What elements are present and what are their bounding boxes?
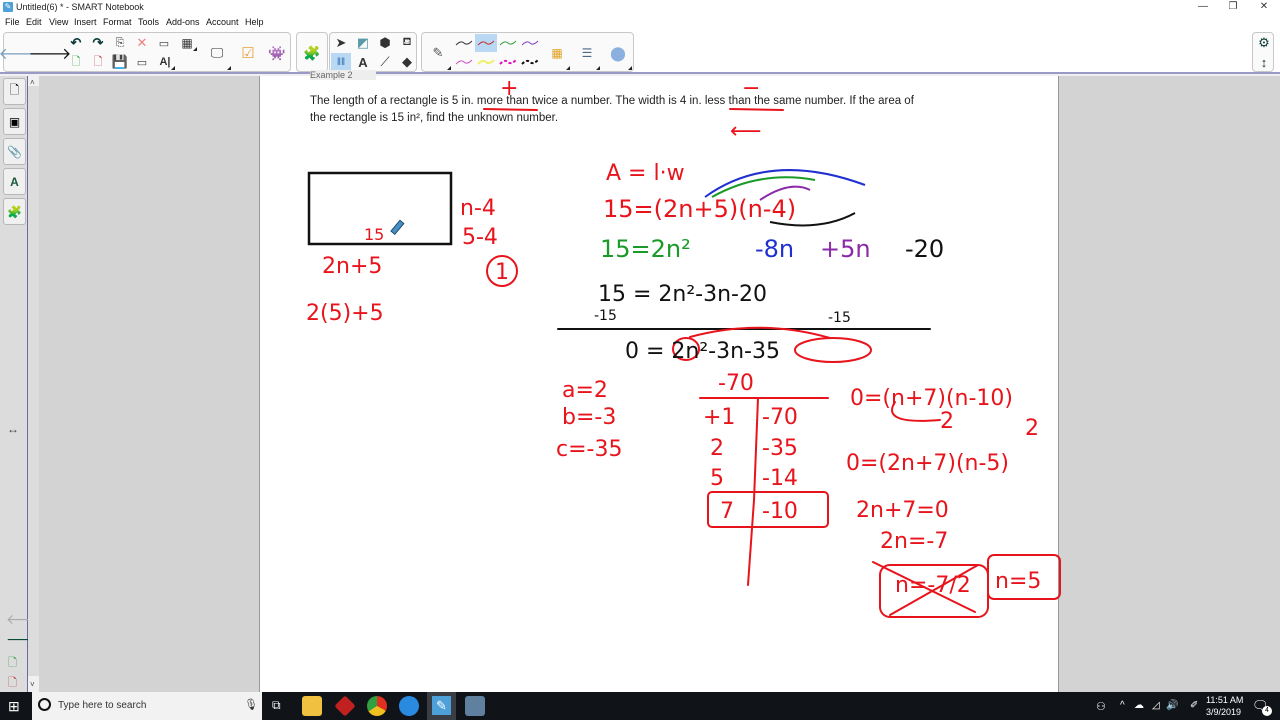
task-view-icon: ⧉ <box>272 698 281 712</box>
ink-eq3-sub-right: -15 <box>828 310 851 326</box>
ink-width: n-4 <box>460 196 496 221</box>
show-hidden-icons[interactable]: ^ <box>1120 700 1125 711</box>
ink-minus: − <box>742 76 760 101</box>
ink-length: 2n+5 <box>322 254 382 279</box>
ink-eq1: 15=(2n+5)(n-4) <box>603 195 796 223</box>
ink-s4: n=5 <box>995 569 1041 594</box>
factor-row-left: 2 <box>710 436 724 461</box>
wifi-icon[interactable]: ◿ <box>1152 700 1160 711</box>
ink-eq2-a: 15=2n² <box>600 235 691 263</box>
clock-date[interactable]: 3/9/2019 <box>1206 707 1241 717</box>
ink-eq3: 15 = 2n²-3n-20 <box>598 282 767 307</box>
factor-row-left: 7 <box>720 499 734 524</box>
ink-length-sub: 2(5)+5 <box>306 301 384 326</box>
ink-f1: 0=(n+7)(n-10) <box>850 386 1013 411</box>
ink-width-result: 1 <box>495 260 509 285</box>
ink-s3: n=-7/2 <box>895 573 971 598</box>
ink-coef-a: a=2 <box>562 378 608 403</box>
underline-more-than <box>483 108 538 111</box>
ink-area-formula: A = l·w <box>606 161 685 186</box>
ink-eq4: 0 = 2n²-3n-35 <box>625 339 780 364</box>
underline-less-than <box>729 108 784 111</box>
microphone-icon[interactable]: 🎙 <box>244 698 258 711</box>
ink-f1-div-b: 2 <box>1025 416 1039 441</box>
factor-row-right: -35 <box>762 436 798 461</box>
volume-icon[interactable]: 🔊 <box>1166 700 1178 711</box>
smart-notebook-icon: ✎ <box>432 696 451 715</box>
pen-workspace-icon[interactable]: ✐ <box>1190 700 1198 711</box>
factor-row-left: 5 <box>710 466 724 491</box>
people-icon[interactable]: ⚇ <box>1096 700 1106 713</box>
file-explorer-button[interactable] <box>302 696 322 716</box>
ink-width-sub: 5-4 <box>462 225 498 250</box>
ink-f1-div-a: 2 <box>940 409 954 434</box>
browser-button[interactable] <box>399 696 419 716</box>
ink-coef-c: c=-35 <box>556 437 622 462</box>
clock-time[interactable]: 11:51 AM <box>1206 695 1243 705</box>
windows-icon: ⊞ <box>8 698 20 714</box>
factor-row-right: -14 <box>762 466 798 491</box>
factor-row-left: +1 <box>703 405 735 430</box>
ink-eq3-sub-left: -15 <box>594 308 617 324</box>
app-red-button[interactable] <box>334 695 356 717</box>
start-button[interactable]: ⊞ <box>8 698 20 715</box>
taskbar: ⊞ Type here to search 🎙 ⧉ ✎ ⚇ ^ ☁ ◿ 🔊 ✐ … <box>0 692 1280 720</box>
chrome-button[interactable] <box>367 696 387 716</box>
factor-row-right: -70 <box>762 405 798 430</box>
search-placeholder: Type here to search <box>58 700 147 711</box>
ink-eq2-c: +5n <box>820 235 871 263</box>
factor-row-right: -10 <box>762 499 798 524</box>
app-projector-button[interactable] <box>465 696 485 716</box>
task-view-button[interactable]: ⧉ <box>272 698 281 713</box>
ink-ac-product: -70 <box>718 371 754 396</box>
smart-notebook-taskbar-button[interactable]: ✎ <box>427 692 456 720</box>
ink-arrow-left: ⟵ <box>730 119 762 144</box>
search-box[interactable]: Type here to search 🎙 <box>32 692 262 720</box>
onedrive-icon[interactable]: ☁ <box>1134 700 1144 711</box>
ink-f2: 0=(2n+7)(n-5) <box>846 451 1009 476</box>
notification-count: 4 <box>1262 706 1272 716</box>
foil-arrow-blue <box>704 169 866 198</box>
cortana-icon <box>38 698 51 711</box>
ink-rect-label: 15 <box>364 225 384 244</box>
ink-plus: + <box>500 76 518 101</box>
ink-s2: 2n=-7 <box>880 529 948 554</box>
ink-eq2-d: -20 <box>905 235 944 263</box>
ink-eq2-b: -8n <box>755 235 794 263</box>
ink-s1: 2n+7=0 <box>856 498 949 523</box>
pen-cursor-icon <box>390 219 405 235</box>
ink-coef-b: b=-3 <box>562 405 616 430</box>
circle-c <box>794 337 872 363</box>
ink-layer: + − ⟵ 15 2n+5 2(5)+5 n-4 5-4 1 A = l·w 1… <box>306 76 1061 618</box>
